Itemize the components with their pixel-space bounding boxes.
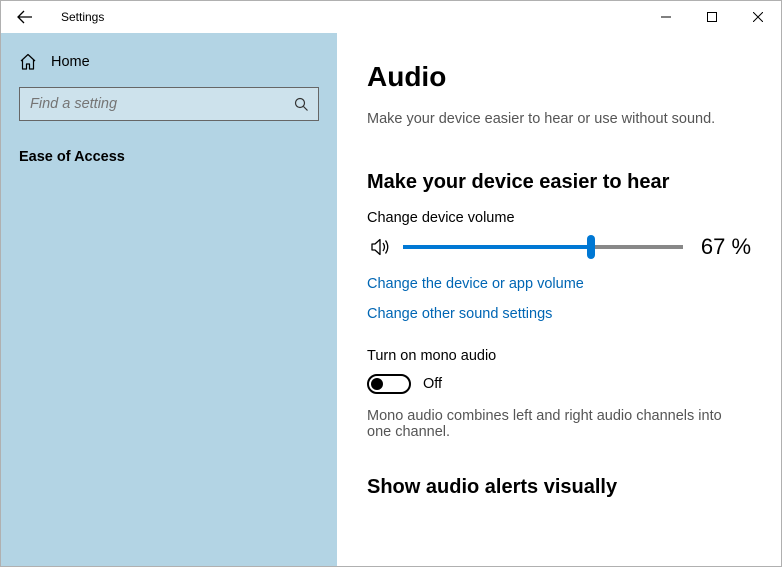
section-easier-to-hear: Make your device easier to hear	[367, 171, 751, 194]
speaker-icon	[371, 237, 393, 257]
page-title: Audio	[367, 61, 751, 93]
close-icon	[753, 12, 763, 22]
search-icon	[294, 97, 309, 112]
sidebar-category: Ease of Access	[19, 149, 319, 165]
volume-slider-thumb[interactable]	[587, 235, 595, 259]
volume-row: 67 %	[367, 234, 751, 260]
back-button[interactable]	[1, 1, 49, 33]
search-icon-wrap	[284, 87, 318, 121]
mono-audio-help: Mono audio combines left and right audio…	[367, 408, 747, 440]
search-box[interactable]	[19, 87, 319, 121]
minimize-button[interactable]	[643, 1, 689, 33]
search-input[interactable]	[20, 96, 284, 112]
minimize-icon	[661, 12, 671, 22]
toggle-knob	[371, 378, 383, 390]
sidebar: Home Ease of Access	[1, 33, 337, 566]
maximize-button[interactable]	[689, 1, 735, 33]
volume-value: 67 %	[701, 234, 751, 260]
volume-slider[interactable]	[403, 245, 683, 249]
page-description: Make your device easier to hear or use w…	[367, 111, 751, 127]
settings-window: Settings Home Ease	[0, 0, 782, 567]
mono-audio-toggle[interactable]	[367, 374, 411, 394]
back-arrow-icon	[17, 9, 33, 25]
body: Home Ease of Access Audio Make your devi…	[1, 33, 781, 566]
home-icon	[19, 53, 37, 71]
link-device-app-volume[interactable]: Change the device or app volume	[367, 276, 751, 292]
close-button[interactable]	[735, 1, 781, 33]
section-visual-alerts: Show audio alerts visually	[367, 476, 751, 499]
link-other-sound-settings[interactable]: Change other sound settings	[367, 306, 751, 322]
volume-slider-fill	[403, 245, 591, 249]
volume-label: Change device volume	[367, 210, 751, 226]
titlebar: Settings	[1, 1, 781, 33]
content-pane: Audio Make your device easier to hear or…	[337, 33, 781, 566]
home-label: Home	[51, 54, 90, 70]
mono-toggle-row: Off	[367, 374, 751, 394]
window-controls	[643, 1, 781, 33]
mono-audio-label: Turn on mono audio	[367, 348, 751, 364]
maximize-icon	[707, 12, 717, 22]
window-title: Settings	[61, 10, 104, 24]
mono-audio-state: Off	[423, 376, 442, 392]
home-nav[interactable]: Home	[19, 53, 319, 71]
